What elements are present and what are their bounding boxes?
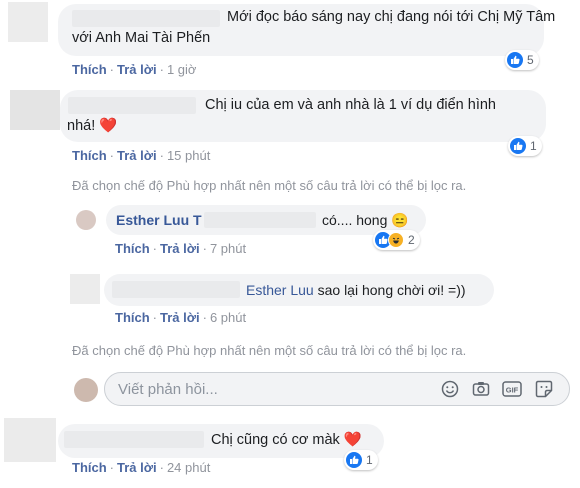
reply-link[interactable]: Trả lời xyxy=(117,62,157,77)
like-link[interactable]: Thích xyxy=(72,62,107,77)
commenter-avatar[interactable] xyxy=(8,2,48,42)
sticker-icon[interactable] xyxy=(534,379,554,399)
blurred-name xyxy=(72,10,220,27)
author-avatar[interactable] xyxy=(70,274,100,304)
svg-text:GIF: GIF xyxy=(506,386,519,395)
camera-icon[interactable] xyxy=(471,379,491,399)
reply-link[interactable]: Trả lời xyxy=(160,241,200,256)
reply-text: Esther Luu sao lại hong chời ơi! =)) xyxy=(246,282,466,298)
blurred-name xyxy=(64,431,204,448)
like-link[interactable]: Thích xyxy=(115,241,150,256)
timestamp[interactable]: 24 phút xyxy=(167,460,210,475)
mention-link[interactable]: Esther Luu xyxy=(246,282,314,298)
comment-text: nhá! ❤️ xyxy=(67,118,118,134)
reply-link[interactable]: Trả lời xyxy=(160,310,200,325)
commenter-avatar[interactable] xyxy=(4,418,56,462)
blurred-name xyxy=(68,97,196,114)
reaction-summary[interactable]: 5 xyxy=(505,50,539,70)
reaction-count: 1 xyxy=(530,139,537,153)
timestamp[interactable]: 15 phút xyxy=(167,148,210,163)
reply-text: có.... hong 😑 xyxy=(322,212,409,228)
reaction-count: 1 xyxy=(366,453,373,467)
author-avatar[interactable] xyxy=(76,210,96,230)
gif-icon[interactable]: GIF xyxy=(502,379,522,399)
like-icon xyxy=(510,138,526,154)
emoji-icon[interactable] xyxy=(440,379,460,399)
comment-actions: Thích · Trả lời · 24 phút xyxy=(72,460,211,475)
comment-text: Chị cũng có cơ màk ❤️ xyxy=(211,432,362,448)
reply-actions: Thích · Trả lời · 7 phút xyxy=(115,241,247,256)
blurred-name xyxy=(204,212,316,228)
reaction-summary[interactable]: 1 xyxy=(344,450,378,470)
like-link[interactable]: Thích xyxy=(115,310,150,325)
reaction-count: 2 xyxy=(408,233,415,247)
filter-notice: Đã chọn chế độ Phù hợp nhất nên một số c… xyxy=(72,178,467,193)
reply-actions: Thích · Trả lời · 6 phút xyxy=(115,310,247,325)
blurred-name xyxy=(112,281,240,298)
like-icon xyxy=(507,52,523,68)
like-link[interactable]: Thích xyxy=(72,148,107,163)
comment-text: với Anh Mai Tài Phến xyxy=(72,30,211,46)
current-user-avatar[interactable] xyxy=(74,378,98,402)
reaction-summary[interactable]: 1 xyxy=(508,136,542,156)
timestamp[interactable]: 7 phút xyxy=(210,241,246,256)
timestamp[interactable]: 1 giờ xyxy=(167,62,197,77)
haha-icon xyxy=(388,232,404,248)
like-icon xyxy=(346,452,362,468)
comment-text: Mới đọc báo sáng nay chị đang nói tới Ch… xyxy=(227,9,556,25)
filter-notice: Đã chọn chế độ Phù hợp nhất nên một số c… xyxy=(72,343,467,358)
reaction-count: 5 xyxy=(527,53,534,67)
reply-author[interactable]: Esther Luu T xyxy=(116,210,202,231)
reaction-summary[interactable]: 2 xyxy=(373,230,420,250)
comment-actions: Thích · Trả lời · 15 phút xyxy=(72,148,211,163)
timestamp[interactable]: 6 phút xyxy=(210,310,246,325)
commenter-avatar[interactable] xyxy=(10,90,60,130)
comment-text: Chị iu của em và anh nhà là 1 ví dụ điển… xyxy=(205,97,496,113)
reply-link[interactable]: Trả lời xyxy=(117,148,157,163)
reply-link[interactable]: Trả lời xyxy=(117,460,157,475)
reply-input-placeholder: Viết phản hồi... xyxy=(118,381,218,398)
comment-actions: Thích · Trả lời · 1 giờ xyxy=(72,62,197,77)
like-link[interactable]: Thích xyxy=(72,460,107,475)
